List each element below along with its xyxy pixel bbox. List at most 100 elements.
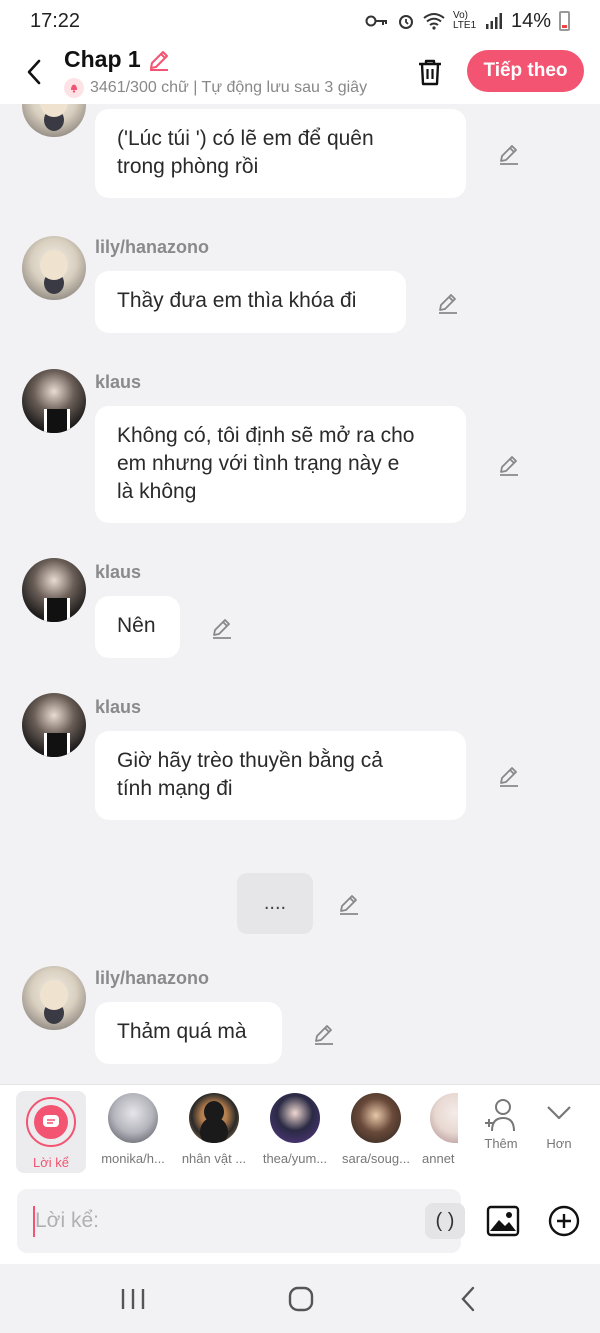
key-icon: [365, 15, 387, 27]
speaker-name: klaus: [95, 697, 142, 717]
speaker-name: klaus: [95, 372, 142, 392]
character-label: sara/soug...: [342, 1151, 410, 1166]
pencil-icon: [340, 895, 358, 915]
more-label: Hơn: [546, 1136, 572, 1151]
image-icon: [486, 1205, 520, 1237]
avatar[interactable]: [22, 369, 86, 433]
character-label: monika/h...: [101, 1151, 165, 1166]
plus-circle-icon: [548, 1205, 580, 1237]
trash-icon: [419, 59, 441, 86]
delete-button[interactable]: [412, 52, 448, 92]
avatar: [108, 1093, 158, 1143]
add-label: Thêm: [484, 1136, 518, 1151]
message-line: Thầy đưa em thìa khóa đi: [117, 289, 357, 312]
back-button[interactable]: [18, 54, 50, 90]
narrator-tab[interactable]: Lời kể: [16, 1091, 86, 1173]
character-monika[interactable]: monika/h...: [94, 1093, 172, 1166]
pencil-icon: [315, 1025, 333, 1045]
word-count-autosave: 3461/300 chữ | Tự động lưu sau 3 giây: [90, 79, 368, 96]
recent-apps-icon: [121, 1289, 145, 1309]
network-label: Vo) LTE1: [452, 10, 477, 31]
message-line: Nên: [117, 614, 156, 637]
avatar[interactable]: [22, 966, 86, 1030]
parentheses-button[interactable]: ( ): [425, 1203, 465, 1239]
back-icon: [461, 1286, 475, 1312]
edit-message-button[interactable]: [209, 615, 235, 641]
save-status-line: 3461/300 chữ | Tự động lưu sau 3 giây: [64, 78, 392, 98]
alarm-icon: [398, 15, 413, 29]
avatar: [189, 1093, 239, 1143]
avatar[interactable]: [22, 558, 86, 622]
edit-message-button[interactable]: [311, 1021, 337, 1047]
status-bar: 17:22 Vo) LTE1 14%: [0, 0, 600, 42]
composer-box: ( ): [17, 1189, 465, 1253]
message-line: là không: [117, 480, 197, 503]
next-button[interactable]: Tiếp theo: [467, 50, 584, 92]
pencil-icon: [500, 767, 518, 787]
character-sara[interactable]: sara/soug...: [337, 1093, 415, 1166]
speaker-name: klaus: [95, 562, 142, 582]
pencil-icon: [500, 145, 518, 165]
chat-area[interactable]: ('Lúc túi ') có lẽ em để quên trong phòn…: [0, 104, 600, 1084]
message-line: Giờ hãy trèo thuyền bằng cả: [117, 749, 383, 772]
avatar[interactable]: [22, 236, 86, 300]
message-bubble[interactable]: Giờ hãy trèo thuyền bằng cả tính mạng đi: [95, 731, 466, 820]
edit-message-button[interactable]: [336, 891, 362, 917]
signal-icon: [485, 13, 502, 29]
message-bubble[interactable]: Không có, tôi định sẽ mở ra cho em nhưng…: [95, 406, 466, 523]
status-icons: Vo) LTE1 14%: [365, 10, 570, 33]
chevron-left-icon: [27, 59, 41, 85]
more-button[interactable]: Hơn: [540, 1097, 578, 1151]
pencil-icon: [149, 50, 168, 71]
character-annet[interactable]: annet: [418, 1093, 458, 1166]
bell-icon: [64, 78, 84, 98]
recent-apps-button[interactable]: [113, 1284, 153, 1314]
pencil-icon: [213, 619, 231, 639]
speaker-name: lily/hanazono: [95, 968, 210, 988]
narrator-label: Lời kể: [33, 1155, 69, 1170]
message-line: em nhưng với tình trạng này e: [117, 452, 400, 475]
system-nav-bar: [0, 1264, 600, 1333]
system-back-button[interactable]: [448, 1284, 488, 1314]
add-character-button[interactable]: Thêm: [480, 1097, 522, 1151]
pencil-icon: [439, 294, 457, 314]
insert-image-button[interactable]: [485, 1204, 521, 1238]
message-line: tính mạng đi: [117, 777, 233, 800]
chapter-title: Chap 1: [64, 46, 141, 72]
edit-message-button[interactable]: [435, 290, 461, 316]
message-bubble[interactable]: Nên: [95, 596, 180, 658]
edit-message-button[interactable]: [496, 452, 522, 478]
avatar[interactable]: [22, 104, 86, 137]
avatar: [270, 1093, 320, 1143]
chapter-title-group[interactable]: Chap 1: [64, 46, 171, 73]
pencil-icon: [500, 456, 518, 476]
avatar: [430, 1093, 458, 1143]
speaker-name: lily/hanazono: [95, 237, 210, 257]
chevron-down-icon: [547, 1106, 571, 1120]
character-npc[interactable]: nhân vật ...: [175, 1093, 253, 1166]
narrator-avatar: [26, 1097, 76, 1147]
chapter-header: Chap 1 3461/300 chữ | Tự động lưu sau 3 …: [0, 42, 600, 104]
avatar: [351, 1093, 401, 1143]
wifi-icon: [423, 13, 445, 30]
message-line: Không có, tôi định sẽ mở ra cho: [117, 424, 415, 447]
character-thea[interactable]: thea/yum...: [256, 1093, 334, 1166]
battery-icon: [559, 11, 570, 31]
message-bubble[interactable]: Thầy đưa em thìa khóa đi: [95, 271, 406, 333]
character-label: nhân vật ...: [181, 1151, 247, 1166]
battery-percent: 14%: [510, 9, 551, 32]
more-options-button[interactable]: [547, 1204, 581, 1238]
home-icon: [288, 1286, 314, 1312]
character-label: annet: [422, 1151, 455, 1166]
message-line: Thảm quá mà: [117, 1020, 247, 1043]
message-line: trong phòng rồi: [117, 155, 259, 178]
home-button[interactable]: [281, 1284, 321, 1314]
edit-message-button[interactable]: [496, 763, 522, 789]
message-bubble[interactable]: Thảm quá mà: [95, 1002, 282, 1064]
character-selector: Lời kể monika/h... nhân vật ... thea/yum…: [0, 1084, 600, 1180]
narration-bubble[interactable]: ....: [237, 873, 313, 934]
edit-message-button[interactable]: [496, 141, 522, 167]
message-bubble[interactable]: ('Lúc túi ') có lẽ em để quên trong phòn…: [95, 109, 466, 198]
narration-input[interactable]: [35, 1197, 405, 1245]
avatar[interactable]: [22, 693, 86, 757]
